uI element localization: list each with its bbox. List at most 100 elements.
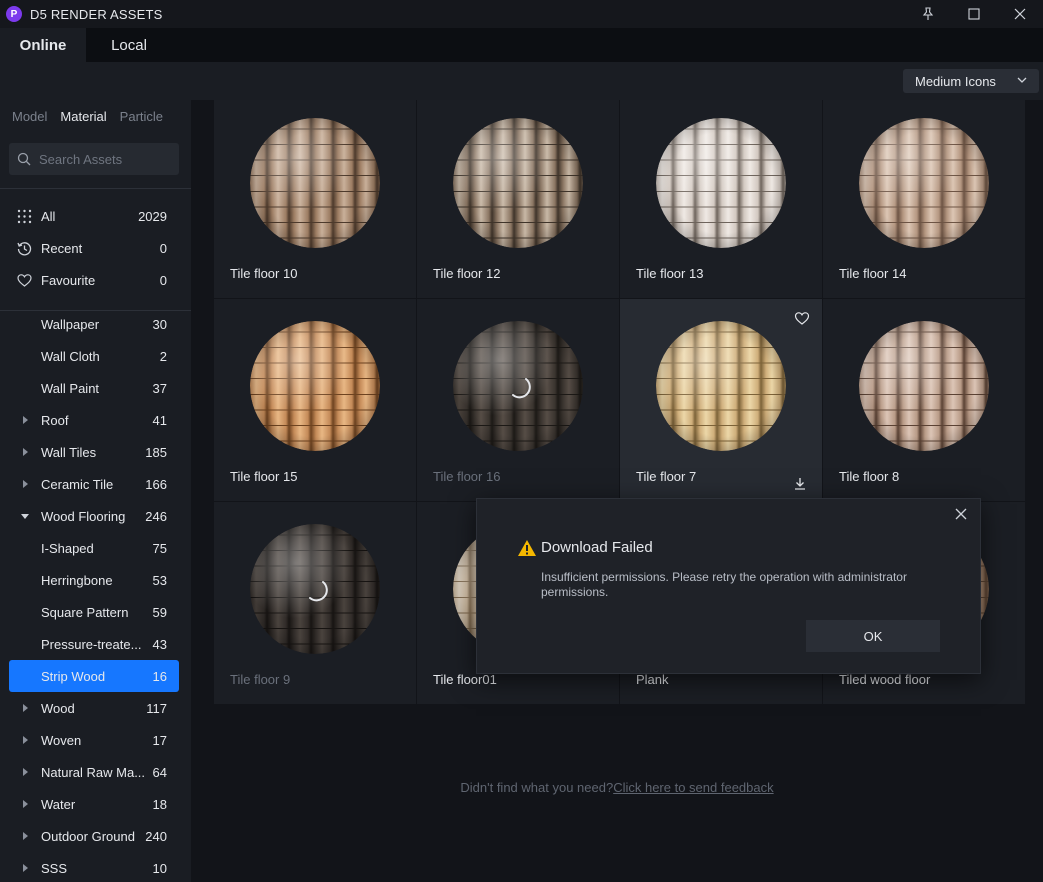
caret-right-icon[interactable] bbox=[20, 799, 30, 809]
caret-right-icon[interactable] bbox=[20, 415, 30, 425]
filter-favourite[interactable]: Favourite 0 bbox=[0, 264, 191, 296]
tree-item-label: SSS bbox=[41, 860, 68, 876]
tree-item-label: Herringbone bbox=[41, 572, 113, 588]
tree-item[interactable]: Wall Cloth 2 bbox=[0, 340, 191, 372]
asset-card[interactable]: Tile floor 13 bbox=[620, 100, 822, 298]
asset-card[interactable]: Tile floor 9 bbox=[214, 502, 416, 704]
tree-item-count: 10 bbox=[152, 860, 167, 876]
pin-icon bbox=[922, 7, 934, 20]
tree-item-count: 117 bbox=[146, 700, 167, 716]
tab-local[interactable]: Local bbox=[86, 28, 172, 62]
tree-item[interactable]: Wall Paint 37 bbox=[0, 372, 191, 404]
search-box[interactable] bbox=[9, 143, 179, 175]
tree-item[interactable]: Wood Flooring 246 bbox=[0, 500, 191, 532]
asset-card[interactable]: Tile floor 10 bbox=[214, 100, 416, 298]
tree-item-count: 75 bbox=[152, 540, 167, 556]
tree-item[interactable]: Wallpaper 30 bbox=[0, 312, 191, 340]
search-icon bbox=[17, 152, 31, 166]
material-preview bbox=[656, 118, 786, 248]
caret-right-icon[interactable] bbox=[20, 863, 30, 873]
caret-right-icon[interactable] bbox=[20, 831, 30, 841]
tree-item[interactable]: Woven 17 bbox=[0, 724, 191, 756]
tree-item[interactable]: SSS 10 bbox=[0, 852, 191, 882]
tree-item-label: Wallpaper bbox=[41, 316, 100, 332]
tree-item-label: Water bbox=[41, 796, 76, 812]
filter-recent[interactable]: Recent 0 bbox=[0, 232, 191, 264]
grid-dots-icon bbox=[17, 209, 32, 223]
maximize-button[interactable] bbox=[951, 0, 997, 28]
tree-item-label: Roof bbox=[41, 412, 69, 428]
tree-item[interactable]: Roof 41 bbox=[0, 404, 191, 436]
tree-item-label: I-Shaped bbox=[41, 540, 94, 556]
asset-card[interactable]: Tile floor 15 bbox=[214, 299, 416, 501]
download-button[interactable] bbox=[794, 477, 806, 493]
favourite-button[interactable] bbox=[794, 311, 810, 329]
tree-item[interactable]: I-Shaped 75 bbox=[0, 532, 191, 564]
tree-item-label: Strip Wood bbox=[41, 668, 106, 684]
quick-filters: All 2029 Recent 0 Favourite 0 bbox=[0, 200, 191, 296]
feedback-link[interactable]: Click here to send feedback bbox=[613, 780, 773, 795]
caret-down-icon[interactable] bbox=[20, 511, 30, 521]
tab-material[interactable]: Material bbox=[60, 109, 106, 124]
asset-card[interactable]: Tile floor 8 bbox=[823, 299, 1025, 501]
caret-right-icon[interactable] bbox=[20, 735, 30, 745]
tree-item[interactable]: Ceramic Tile 166 bbox=[0, 468, 191, 500]
tree-item-count: 53 bbox=[152, 572, 167, 588]
tree-item[interactable]: Wood 117 bbox=[0, 692, 191, 724]
asset-name: Tile floor 9 bbox=[230, 672, 291, 687]
pin-button[interactable] bbox=[905, 0, 951, 28]
asset-card[interactable]: Tile floor 12 bbox=[417, 100, 619, 298]
tab-model[interactable]: Model bbox=[12, 109, 47, 124]
tree-item-label: Wall Cloth bbox=[41, 348, 100, 364]
tree-item[interactable]: Water 18 bbox=[0, 788, 191, 820]
caret-right-icon[interactable] bbox=[20, 703, 30, 713]
tree-item[interactable]: Outdoor Ground 240 bbox=[0, 820, 191, 852]
material-preview bbox=[859, 118, 989, 248]
tree-item[interactable]: Herringbone 53 bbox=[0, 564, 191, 596]
maximize-icon bbox=[968, 8, 980, 20]
asset-card[interactable]: Tile floor 16 bbox=[417, 299, 619, 501]
tree-item-label: Pressure-treate... bbox=[41, 636, 142, 652]
category-tree: Wallpaper 30 Wall Cloth 2 Wall Paint 37 Roof 41… bbox=[0, 312, 191, 882]
tree-item[interactable]: Pressure-treate... 43 bbox=[0, 628, 191, 660]
asset-name: Tile floor 10 bbox=[230, 266, 298, 281]
asset-name: Tile floor 8 bbox=[839, 469, 900, 484]
error-dialog: Download Failed Insufficient permissions… bbox=[476, 498, 981, 674]
title-bar: P D5 RENDER ASSETS bbox=[0, 0, 1043, 28]
tree-item[interactable]: Wall Tiles 185 bbox=[0, 436, 191, 468]
dialog-title: Download Failed bbox=[541, 539, 653, 556]
asset-card[interactable]: Tile floor 7 bbox=[620, 299, 822, 501]
tree-item[interactable]: Square Pattern 59 bbox=[0, 596, 191, 628]
tree-item-count: 2 bbox=[159, 348, 167, 364]
heart-icon bbox=[794, 312, 810, 325]
tab-online[interactable]: Online bbox=[0, 28, 86, 62]
tree-item-label: Woven bbox=[41, 732, 82, 748]
caret-right-icon[interactable] bbox=[20, 767, 30, 777]
tree-item-count: 43 bbox=[152, 636, 167, 652]
tree-item[interactable]: Strip Wood 16 bbox=[9, 660, 179, 692]
tree-item-count: 185 bbox=[145, 444, 167, 460]
asset-name: Tile floor 15 bbox=[230, 469, 298, 484]
sidebar: Model Material Particle All 2029 Recent … bbox=[0, 100, 191, 882]
close-window-button[interactable] bbox=[997, 0, 1043, 28]
asset-card[interactable]: Tile floor 14 bbox=[823, 100, 1025, 298]
caret-right-icon[interactable] bbox=[20, 447, 30, 457]
filter-all[interactable]: All 2029 bbox=[0, 200, 191, 232]
material-preview bbox=[859, 321, 989, 451]
search-input[interactable] bbox=[39, 151, 169, 167]
view-mode-value: Medium Icons bbox=[915, 73, 996, 89]
tab-particle[interactable]: Particle bbox=[120, 109, 163, 124]
tree-item-label: Wall Paint bbox=[41, 380, 100, 396]
filter-favourite-label: Favourite bbox=[41, 272, 96, 288]
ok-button[interactable]: OK bbox=[806, 620, 940, 652]
close-icon bbox=[1014, 8, 1026, 20]
category-tabs: Model Material Particle bbox=[0, 100, 191, 132]
filter-recent-label: Recent bbox=[41, 240, 83, 256]
tree-item-count: 16 bbox=[152, 668, 167, 684]
view-mode-select[interactable]: Medium Icons bbox=[903, 69, 1039, 93]
caret-right-icon[interactable] bbox=[20, 479, 30, 489]
filter-all-label: All bbox=[41, 208, 56, 224]
tree-item[interactable]: Natural Raw Ma... 64 bbox=[0, 756, 191, 788]
tree-item-count: 59 bbox=[152, 604, 167, 620]
dialog-close-button[interactable] bbox=[954, 507, 968, 524]
